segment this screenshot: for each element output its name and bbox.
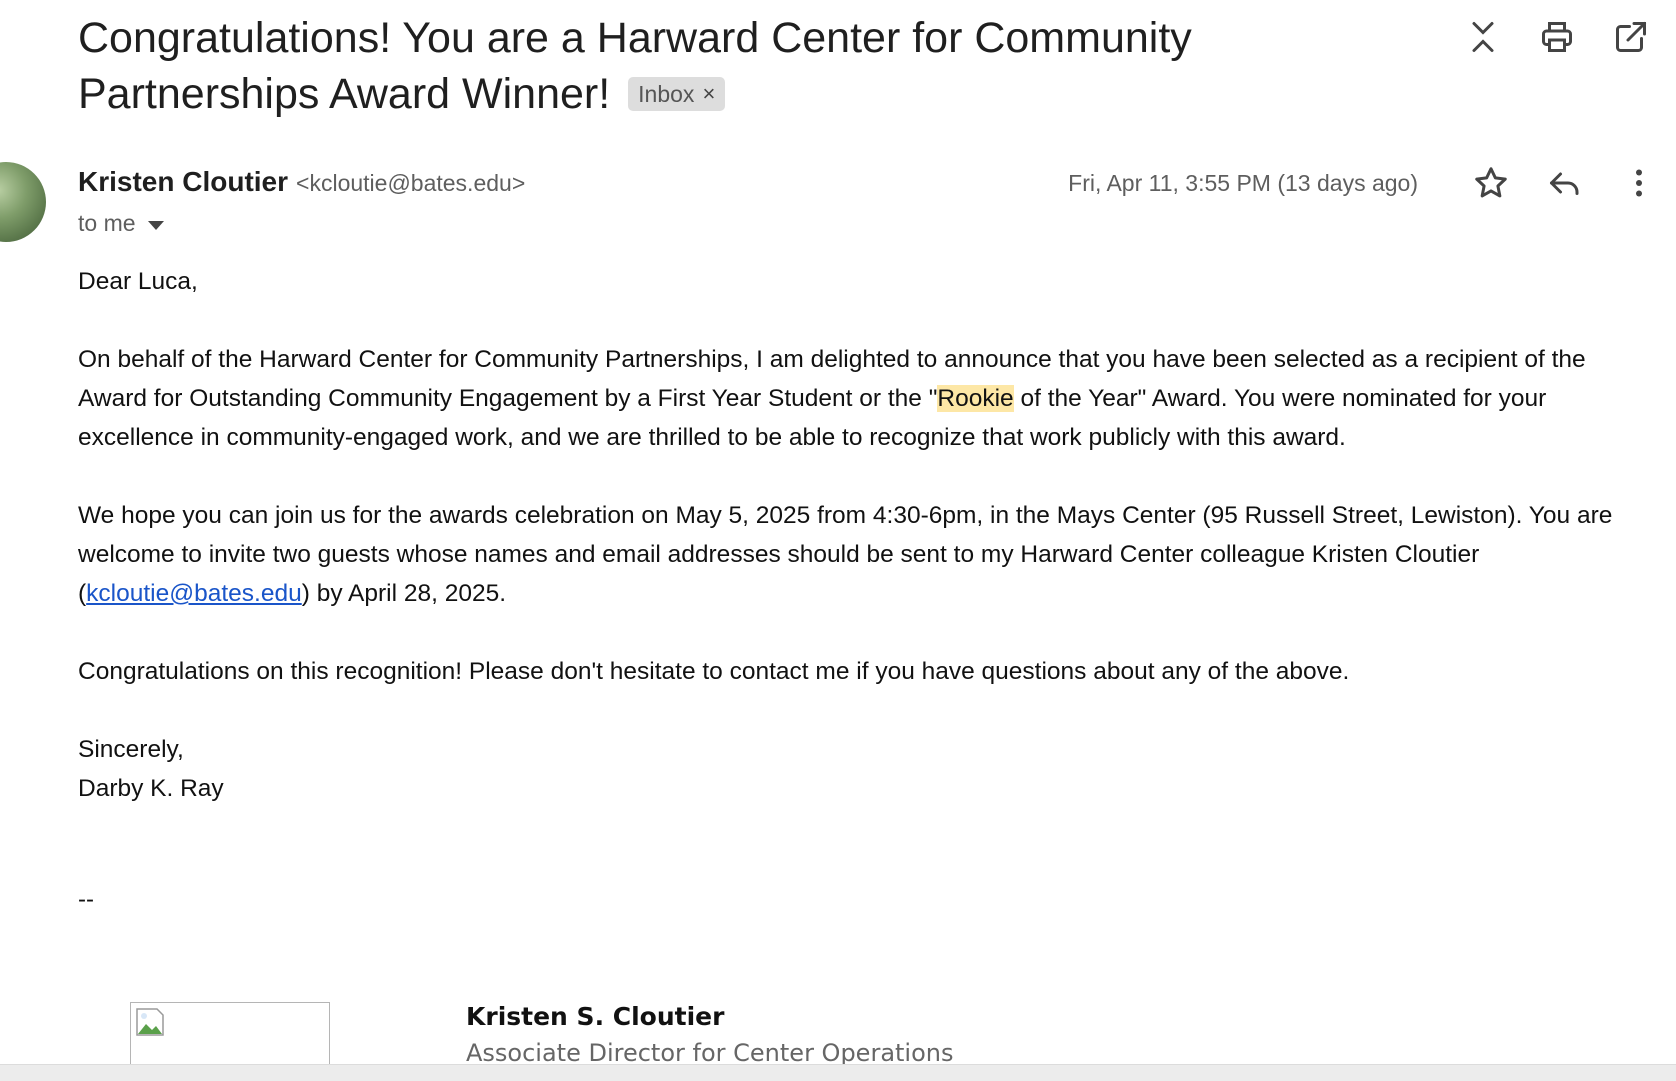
signature-title: Associate Director for Center Operations — [466, 1039, 954, 1067]
email-subject: Congratulations! You are a Harward Cente… — [78, 10, 1258, 122]
body-paragraph-3: Congratulations on this recognition! Ple… — [78, 658, 1350, 685]
sender-avatar[interactable] — [0, 162, 46, 242]
reply-icon[interactable] — [1546, 164, 1584, 202]
recipient-details-toggle[interactable]: to me — [78, 210, 164, 237]
sender-name[interactable]: Kristen Cloutier — [78, 166, 288, 198]
p2-text-end: ) by April 28, 2025. — [301, 580, 507, 607]
closing-name: Darby K. Ray — [78, 775, 224, 802]
star-icon[interactable] — [1472, 164, 1510, 202]
collapse-icon[interactable] — [1464, 18, 1502, 56]
closing: Sincerely, — [78, 736, 184, 763]
recipient-text: to me — [78, 210, 136, 236]
more-vert-icon[interactable] — [1620, 164, 1658, 202]
sender-row: Kristen Cloutier <kcloutie@bates.edu> — [78, 166, 525, 198]
message-date: Fri, Apr 11, 3:55 PM (13 days ago) — [1068, 170, 1418, 196]
email-link[interactable]: kcloutie@bates.edu — [86, 580, 302, 607]
signature-separator: -- — [78, 886, 94, 913]
greeting: Dear Luca, — [78, 268, 198, 295]
inbox-label-chip[interactable]: Inbox × — [628, 77, 726, 111]
search-highlight: Rookie — [937, 385, 1014, 412]
open-in-new-window-icon[interactable] — [1612, 18, 1650, 56]
body-paragraph-2: We hope you can join us for the awards c… — [78, 496, 1648, 613]
chevron-down-icon[interactable] — [147, 220, 164, 230]
message-actions — [1472, 164, 1658, 202]
thread-toolbar — [1464, 18, 1650, 56]
horizontal-scrollbar[interactable] — [0, 1064, 1676, 1081]
body-paragraph-1: On behalf of the Harward Center for Comm… — [78, 340, 1648, 457]
message-body: Dear Luca, On behalf of the Harward Cent… — [78, 262, 1648, 808]
signature-name: Kristen S. Cloutier — [466, 1002, 725, 1031]
label-chip-text: Inbox — [638, 81, 695, 107]
sender-email: <kcloutie@bates.edu> — [296, 170, 526, 196]
broken-image-icon — [136, 1008, 164, 1036]
print-icon[interactable] — [1538, 18, 1576, 56]
remove-label-icon[interactable]: × — [702, 77, 715, 111]
signature-logo-image — [130, 1002, 330, 1069]
